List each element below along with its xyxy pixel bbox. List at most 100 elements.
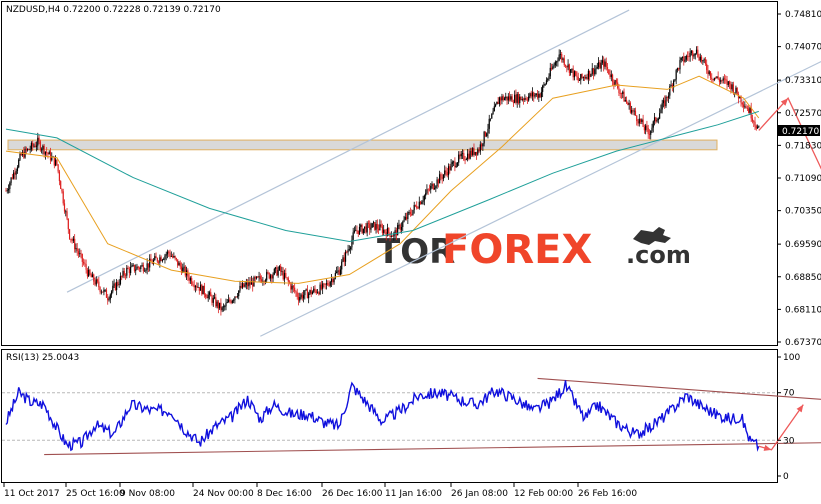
candle-body — [199, 284, 202, 291]
candle-body — [482, 143, 484, 147]
rsi-axis: 100 70 30 0 — [777, 353, 800, 482]
candle-body — [324, 283, 326, 285]
candle-body — [625, 100, 628, 103]
rsi-line — [5, 380, 760, 452]
symbol-header: NZDUSD,H4 0.72200 0.72228 0.72139 0.7217… — [6, 5, 221, 15]
candle-body — [164, 255, 166, 260]
price-tick-label: 0.71090 — [785, 174, 821, 184]
candle-body — [75, 248, 77, 250]
candle-body — [107, 297, 109, 301]
candle-body — [141, 265, 143, 267]
candle-body — [233, 299, 235, 301]
candle-body — [472, 148, 474, 156]
candle-body — [202, 285, 204, 295]
candle-body — [41, 149, 43, 151]
candle-body — [245, 282, 247, 285]
candle-body — [731, 84, 733, 90]
candle-body — [395, 230, 398, 236]
candle-body — [698, 56, 700, 61]
candle-body — [585, 77, 587, 79]
rsi-tick-label: 70 — [783, 389, 795, 399]
candle-body — [417, 208, 419, 209]
candle-body — [634, 110, 637, 116]
candle-body — [357, 230, 359, 235]
candle-body — [562, 58, 564, 60]
candle-body — [399, 224, 401, 230]
candle-body — [189, 278, 191, 281]
candle-body — [633, 110, 635, 112]
candle-body — [439, 174, 441, 184]
candle-body — [308, 293, 310, 299]
candle-body — [596, 67, 598, 69]
candle-body — [722, 78, 724, 81]
candle-body — [494, 104, 497, 107]
candle-body — [575, 71, 577, 76]
candle-body — [254, 277, 256, 279]
candle-body — [278, 266, 281, 270]
chart-window[interactable]: TOR FOREX .com NZDUSD,H4 0.72200 0.72228… — [0, 0, 821, 504]
candle-body — [229, 299, 231, 302]
time-tick-label: 12 Feb 00:00 — [514, 489, 573, 499]
candle-body — [48, 151, 50, 155]
candle-body — [295, 291, 297, 293]
candle-body — [459, 154, 461, 157]
candle-body — [650, 130, 652, 135]
time-tick-label: 8 Dec 16:00 — [257, 489, 312, 499]
candle-body — [604, 61, 606, 67]
candle-body — [210, 292, 212, 297]
candle-body — [573, 71, 576, 78]
candle-body — [503, 98, 506, 101]
candle-body — [287, 278, 289, 282]
candle-body — [219, 302, 221, 309]
candle-body — [361, 224, 363, 234]
candle-body — [217, 301, 219, 309]
candle-body — [112, 285, 114, 292]
candle-body — [744, 106, 746, 108]
candle-body — [171, 256, 174, 258]
candle-body — [122, 270, 124, 277]
time-tick-label: 26 Dec 16:00 — [322, 489, 383, 499]
candle-body — [645, 125, 647, 131]
candle-body — [142, 265, 144, 272]
candle-body — [110, 291, 113, 295]
candle-body — [534, 95, 536, 97]
candle-body — [557, 60, 559, 62]
candle-body — [468, 153, 470, 159]
candle-body — [268, 272, 270, 279]
candle-body — [714, 77, 717, 79]
candle-body — [736, 87, 738, 95]
candle-body — [648, 133, 651, 135]
candle-body — [155, 256, 157, 259]
candle-body — [681, 56, 684, 58]
rsi-tick-label: 100 — [783, 353, 800, 363]
candle-body — [707, 70, 709, 74]
candle-body — [319, 284, 321, 295]
candle-body — [639, 118, 642, 122]
candle-body — [431, 183, 433, 186]
candle-body — [664, 100, 666, 107]
candle-body — [336, 271, 338, 274]
candle-body — [605, 61, 607, 68]
candle-body — [114, 283, 116, 291]
candle-body — [344, 251, 347, 262]
candle-body — [29, 149, 31, 151]
candle-body — [622, 91, 624, 95]
candle-body — [103, 289, 105, 293]
candle-body — [423, 195, 425, 201]
candle-body — [133, 264, 136, 271]
candle-body — [93, 274, 95, 282]
candle-body — [525, 98, 527, 100]
candle-body — [511, 96, 513, 102]
candle-body — [272, 274, 274, 279]
candle-body — [427, 189, 429, 191]
candle-body — [487, 128, 489, 134]
candle-body — [267, 272, 269, 273]
price-tick-label: 0.74810 — [785, 10, 821, 20]
chart-canvas[interactable]: TOR FOREX .com NZDUSD,H4 0.72200 0.72228… — [0, 0, 821, 504]
candle-body — [102, 291, 104, 293]
watermark-logo: TOR FOREX .com — [377, 227, 691, 273]
candle-body — [362, 228, 364, 234]
candle-body — [94, 281, 96, 285]
time-tick-label: 11 Jan 16:00 — [385, 489, 442, 499]
candle-body — [473, 148, 475, 155]
